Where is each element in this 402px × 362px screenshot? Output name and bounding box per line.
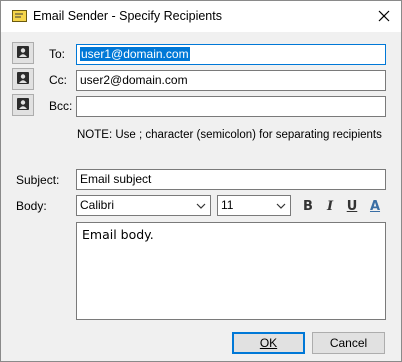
cancel-label: Cancel xyxy=(329,336,368,350)
cc-field[interactable]: user2@domain.com xyxy=(76,70,386,91)
body-text: Email body. xyxy=(82,227,154,242)
recipients-note: NOTE: Use ; character (semicolon) for se… xyxy=(77,129,382,141)
ok-label: OK xyxy=(259,336,278,350)
cc-label: Cc: xyxy=(49,73,67,87)
subject-field[interactable]: Email subject xyxy=(76,169,386,190)
contact-icon xyxy=(17,97,29,113)
contact-icon xyxy=(17,45,29,61)
contact-icon xyxy=(17,71,29,87)
underline-icon: U xyxy=(346,198,358,214)
close-icon[interactable] xyxy=(371,5,397,27)
font-color-button[interactable]: A xyxy=(365,196,385,216)
title-bar: Email Sender - Specify Recipients xyxy=(1,1,401,32)
cc-value: user2@domain.com xyxy=(80,73,188,87)
italic-button[interactable]: I xyxy=(320,196,340,216)
to-address-book-button[interactable] xyxy=(12,42,34,64)
italic-icon: I xyxy=(326,198,334,214)
font-value: Calibri xyxy=(80,198,115,212)
to-field[interactable]: user1@domain.com xyxy=(76,44,386,65)
cc-address-book-button[interactable] xyxy=(12,68,34,90)
bcc-field[interactable] xyxy=(76,96,386,117)
to-value: user1@domain.com xyxy=(80,47,190,61)
bold-button[interactable]: B xyxy=(298,196,318,216)
chevron-down-icon xyxy=(196,200,206,215)
body-editor[interactable]: Email body. xyxy=(76,222,386,320)
bcc-label: Bcc: xyxy=(49,99,73,113)
underline-button[interactable]: U xyxy=(342,196,362,216)
font-size-value: 11 xyxy=(221,198,234,212)
ok-button[interactable]: OK xyxy=(232,332,305,354)
font-select[interactable]: Calibri xyxy=(76,195,211,216)
to-label: To: xyxy=(49,47,66,61)
cancel-button[interactable]: Cancel xyxy=(312,332,385,354)
font-color-icon: A xyxy=(369,198,381,214)
window-title: Email Sender - Specify Recipients xyxy=(33,9,222,23)
bold-icon: B xyxy=(303,198,313,214)
bcc-address-book-button[interactable] xyxy=(12,94,34,116)
envelope-icon xyxy=(12,10,27,22)
chevron-down-icon xyxy=(276,200,286,215)
subject-value: Email subject xyxy=(80,172,152,186)
email-sender-dialog: Email Sender - Specify Recipients To: us… xyxy=(0,0,402,362)
body-label: Body: xyxy=(16,199,47,213)
subject-label: Subject: xyxy=(16,173,60,187)
font-size-select[interactable]: 11 xyxy=(217,195,291,216)
